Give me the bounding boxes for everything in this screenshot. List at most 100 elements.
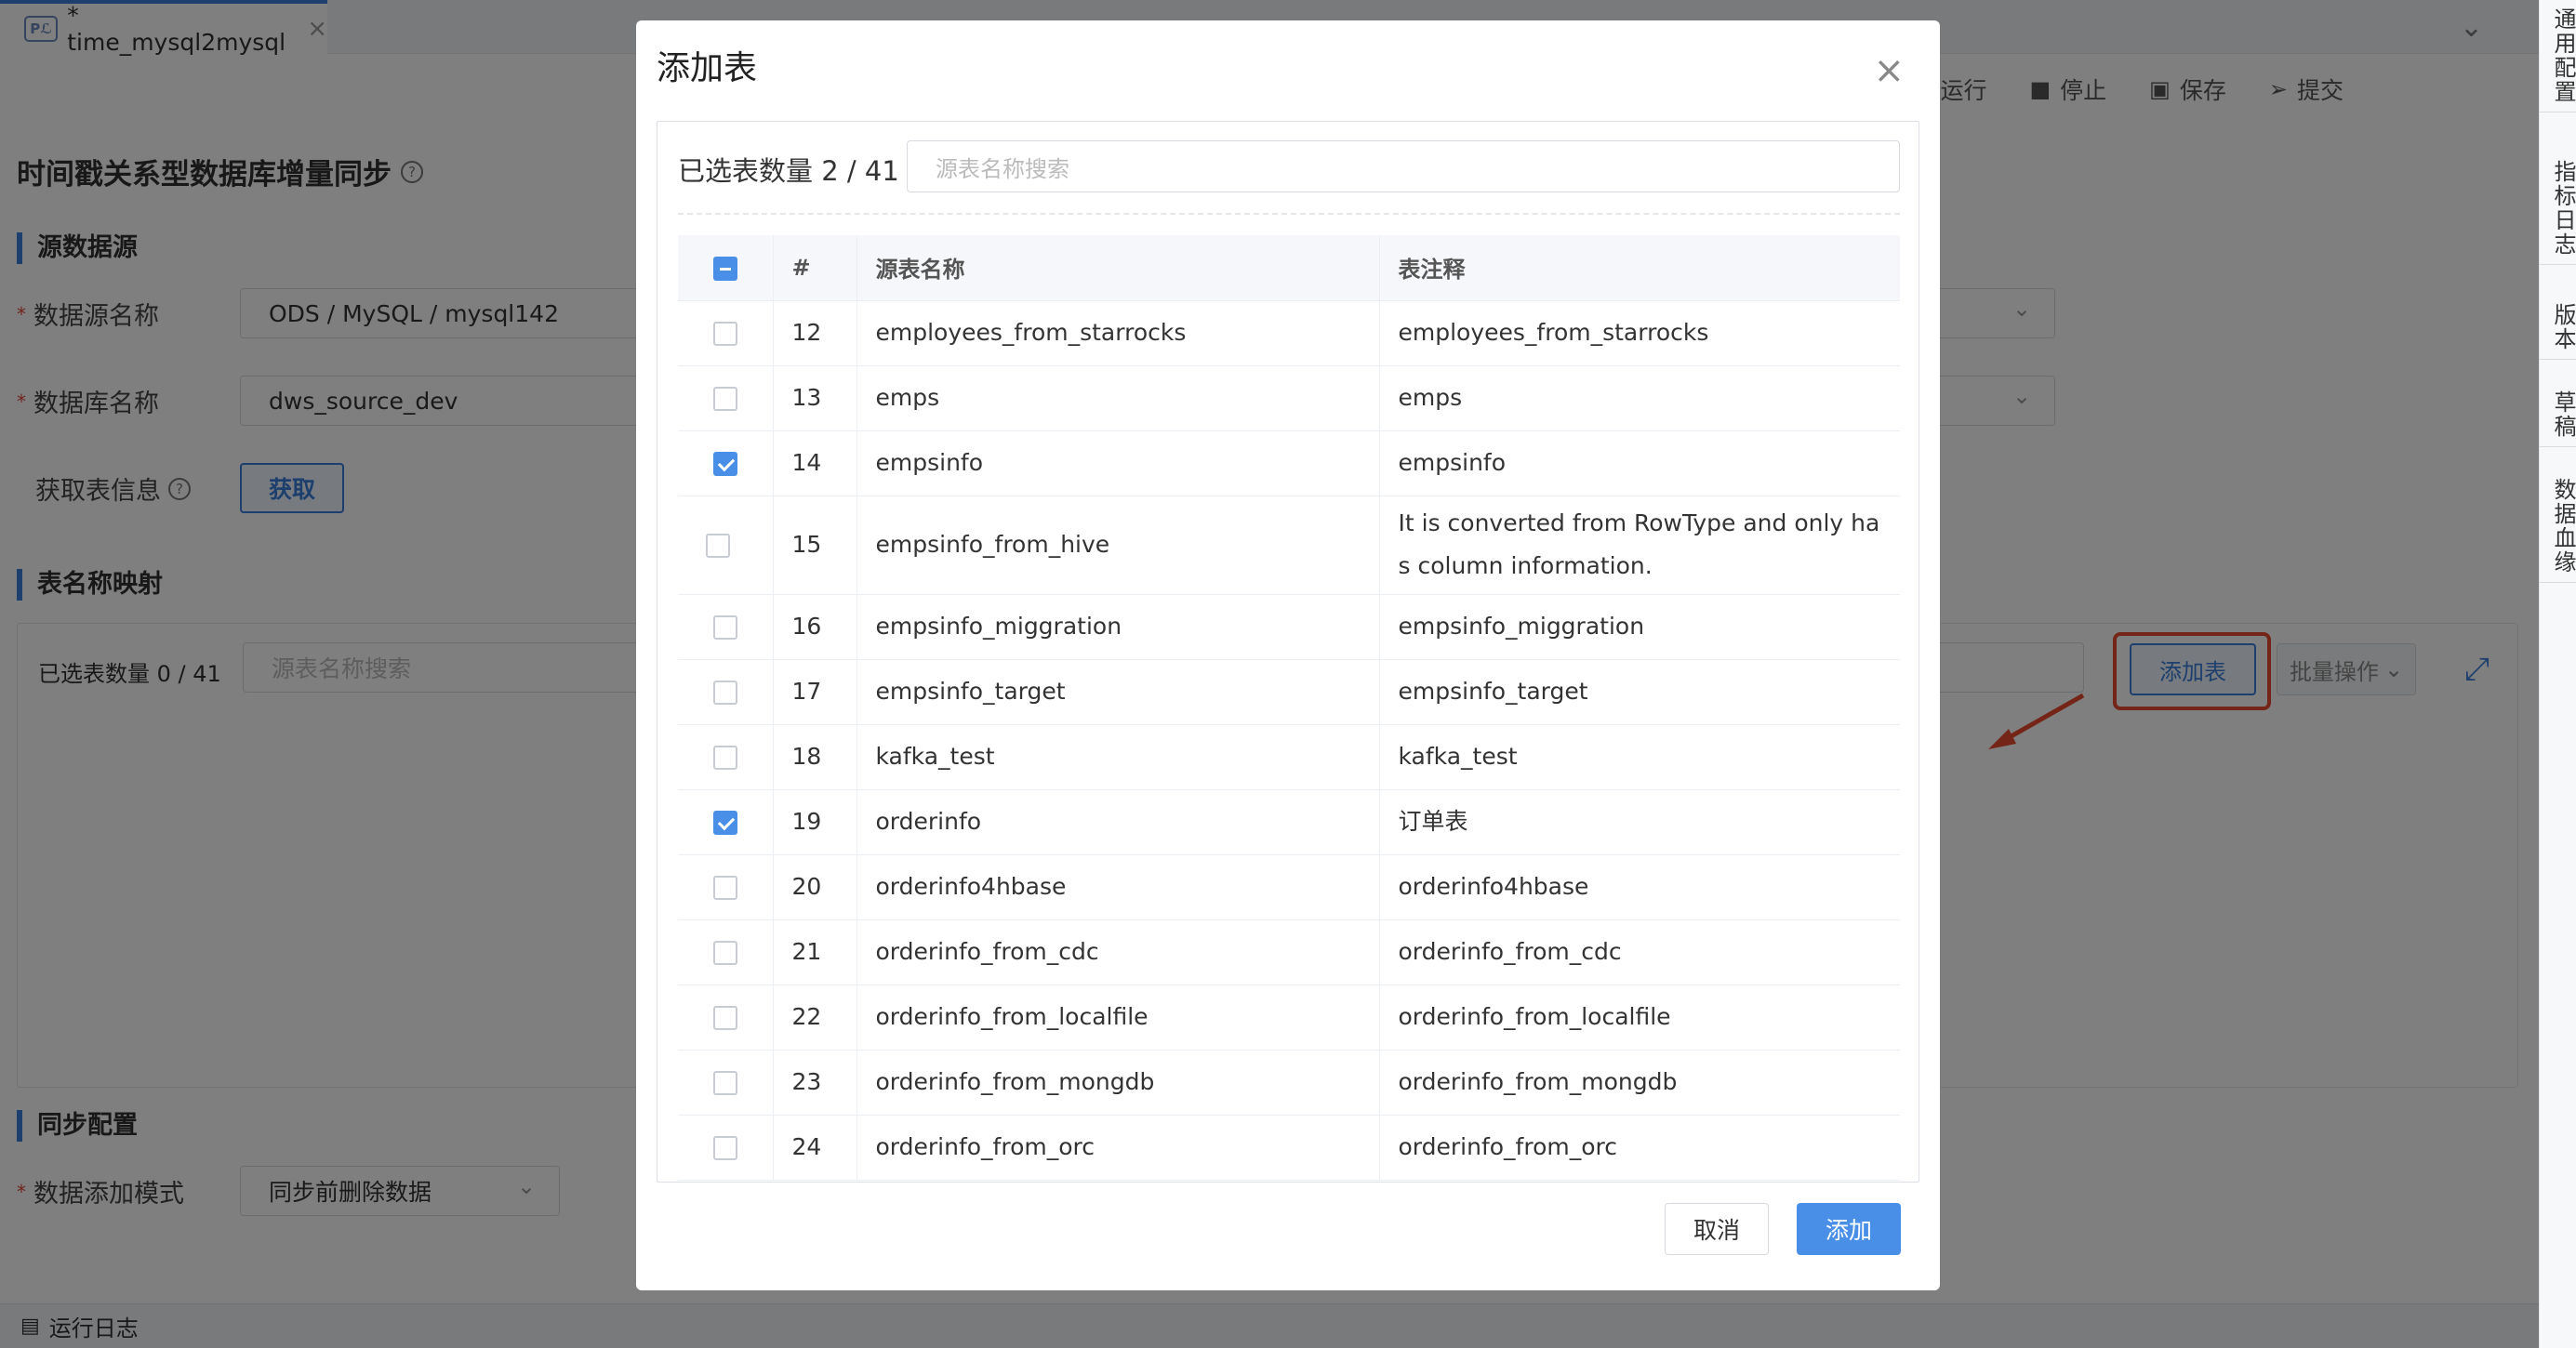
row-number: 18 <box>773 724 857 790</box>
row-checkbox-cell <box>678 496 774 595</box>
table-row[interactable]: 18 kafka_test kafka_test <box>678 724 1900 790</box>
row-checkbox-cell <box>678 1050 774 1116</box>
row-table-comment: employees_from_starrocks <box>1379 300 1900 366</box>
row-table-name: empsinfo_target <box>856 659 1380 725</box>
row-table-name: empsinfo <box>856 430 1380 496</box>
row-checkbox[interactable] <box>712 681 737 705</box>
row-checkbox[interactable] <box>705 534 730 558</box>
table-row[interactable]: 24 orderinfo_from_orc orderinfo_from_orc <box>678 1115 1900 1181</box>
select-all-checkbox[interactable] <box>712 256 737 281</box>
selected-count: 已选表数量 2 / 41 <box>678 155 899 187</box>
row-checkbox[interactable] <box>712 322 737 346</box>
row-checkbox-cell <box>678 594 774 660</box>
row-table-comment: kafka_test <box>1379 724 1900 790</box>
row-checkbox-cell <box>678 985 774 1051</box>
table-row[interactable]: 20 orderinfo4hbase orderinfo4hbase <box>678 854 1900 920</box>
dialog-title: 添加表 <box>657 49 758 87</box>
row-checkbox[interactable] <box>712 941 737 965</box>
table-row[interactable]: 23 orderinfo_from_mongdb orderinfo_from_mo… <box>678 1050 1900 1116</box>
row-checkbox[interactable] <box>712 615 737 640</box>
row-checkbox-cell <box>678 300 774 366</box>
rail-data-lineage[interactable]: 数据血缘 <box>2540 470 2576 583</box>
row-checkbox[interactable] <box>712 876 737 900</box>
table-search-input[interactable]: 源表名称搜索 <box>907 140 1900 192</box>
table-row[interactable]: 19 orderinfo 订单表 <box>678 789 1900 855</box>
divider <box>678 213 1900 215</box>
row-table-name: orderinfo_from_localfile <box>856 985 1380 1051</box>
row-number: 22 <box>773 985 857 1051</box>
row-checkbox-cell <box>678 430 774 496</box>
row-checkbox-cell <box>678 659 774 725</box>
table-row[interactable]: 21 orderinfo_from_cdc orderinfo_from_cdc <box>678 919 1900 985</box>
dialog-body: 已选表数量 2 / 41 源表名称搜索 # 源表名称 表注释 12 employe… <box>657 121 1919 1183</box>
table-header-row: # 源表名称 表注释 <box>678 235 1900 301</box>
row-table-name: orderinfo_from_cdc <box>856 919 1380 985</box>
table-list: # 源表名称 表注释 12 employees_from_starrocks emp… <box>678 235 1900 1181</box>
row-table-comment: 订单表 <box>1379 789 1900 855</box>
row-number: 19 <box>773 789 857 855</box>
row-checkbox-cell <box>678 1115 774 1181</box>
add-button[interactable]: 添加 <box>1797 1203 1901 1255</box>
row-checkbox[interactable] <box>712 1136 737 1160</box>
table-row[interactable]: 16 empsinfo_miggration empsinfo_miggration <box>678 594 1900 660</box>
column-header-comment: 表注释 <box>1379 235 1900 301</box>
row-table-name: kafka_test <box>856 724 1380 790</box>
row-table-comment: empsinfo_miggration <box>1379 594 1900 660</box>
row-table-name: empsinfo_from_hive <box>856 496 1380 595</box>
row-table-comment: orderinfo4hbase <box>1379 854 1900 920</box>
close-icon[interactable]: × <box>1873 52 1905 89</box>
row-table-comment: orderinfo_from_mongdb <box>1379 1050 1900 1116</box>
row-checkbox-cell <box>678 854 774 920</box>
rail-version[interactable]: 版本 <box>2540 296 2576 360</box>
rail-general-config[interactable]: 通用配置 <box>2540 0 2576 112</box>
rail-metric-log[interactable]: 指标日志 <box>2540 152 2576 265</box>
row-table-comment: It is converted from RowType and only ha… <box>1379 496 1900 595</box>
row-table-name: empsinfo_miggration <box>856 594 1380 660</box>
row-table-comment: orderinfo_from_localfile <box>1379 985 1900 1051</box>
row-number: 14 <box>773 430 857 496</box>
row-checkbox-cell <box>678 789 774 855</box>
column-header-name: 源表名称 <box>856 235 1380 301</box>
row-number: 13 <box>773 365 857 431</box>
column-header-num: # <box>773 235 857 301</box>
row-table-name: emps <box>856 365 1380 431</box>
search-placeholder: 源表名称搜索 <box>936 155 1069 182</box>
row-table-comment: orderinfo_from_orc <box>1379 1115 1900 1181</box>
row-number: 15 <box>773 496 857 595</box>
row-number: 24 <box>773 1115 857 1181</box>
table-row[interactable]: 15 empsinfo_from_hive It is converted from… <box>678 496 1900 595</box>
row-table-name: orderinfo <box>856 789 1380 855</box>
row-table-name: orderinfo_from_mongdb <box>856 1050 1380 1116</box>
row-number: 17 <box>773 659 857 725</box>
row-number: 23 <box>773 1050 857 1116</box>
row-table-name: orderinfo_from_orc <box>856 1115 1380 1181</box>
row-checkbox[interactable] <box>712 811 737 835</box>
row-table-comment: orderinfo_from_cdc <box>1379 919 1900 985</box>
rail-draft[interactable]: 草稿 <box>2540 383 2576 447</box>
table-row[interactable]: 14 empsinfo empsinfo <box>678 430 1900 496</box>
row-table-name: orderinfo4hbase <box>856 854 1380 920</box>
row-checkbox[interactable] <box>712 1006 737 1030</box>
row-checkbox[interactable] <box>712 746 737 770</box>
row-number: 20 <box>773 854 857 920</box>
row-number: 12 <box>773 300 857 366</box>
table-row[interactable]: 22 orderinfo_from_localfile orderinfo_from… <box>678 985 1900 1051</box>
row-number: 21 <box>773 919 857 985</box>
table-row[interactable]: 13 emps emps <box>678 365 1900 431</box>
add-table-dialog: 添加表 × 已选表数量 2 / 41 源表名称搜索 # 源表名称 表注释 12 e… <box>636 20 1940 1290</box>
row-checkbox-cell <box>678 365 774 431</box>
row-checkbox-cell <box>678 724 774 790</box>
row-table-name: employees_from_starrocks <box>856 300 1380 366</box>
row-number: 16 <box>773 594 857 660</box>
row-checkbox-cell <box>678 919 774 985</box>
row-table-comment: emps <box>1379 365 1900 431</box>
table-row[interactable]: 17 empsinfo_target empsinfo_target <box>678 659 1900 725</box>
row-checkbox[interactable] <box>712 452 737 476</box>
row-table-comment: empsinfo <box>1379 430 1900 496</box>
row-checkbox[interactable] <box>712 387 737 411</box>
cancel-button[interactable]: 取消 <box>1665 1203 1769 1255</box>
row-checkbox[interactable] <box>712 1071 737 1095</box>
row-table-comment: empsinfo_target <box>1379 659 1900 725</box>
table-row[interactable]: 12 employees_from_starrocks employees_from… <box>678 300 1900 366</box>
right-side-rail: 通用配置 指标日志 版本 草稿 数据血缘 <box>2539 0 2576 1348</box>
